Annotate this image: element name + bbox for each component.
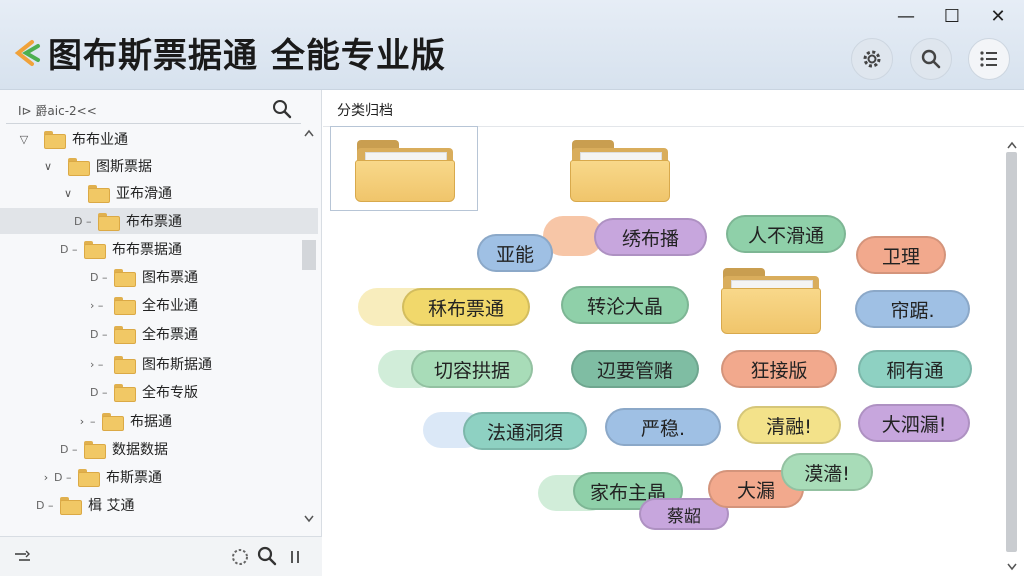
tree-item-label: 全布专版 [142,385,198,401]
category-tag[interactable]: 清融! [737,406,841,444]
folder-icon [114,297,136,315]
folder-icon [84,441,106,459]
tree-item[interactable]: ∨ 图斯票据 [0,153,318,179]
tree-item-label: 布据通 [130,414,172,430]
title-bar: 图布斯票据通 全能专业版 — ☐ ✕ [0,0,1024,90]
expand-icon[interactable]: ∨ [40,160,56,173]
main-scroll-thumb[interactable] [1006,152,1017,552]
folder-icon [60,497,82,515]
category-tag[interactable]: 漠濇! [781,453,873,491]
search-icon[interactable] [256,545,278,567]
tree-item-label: 布布票据通 [112,242,182,258]
app-logo-icon [14,40,40,66]
sidebar-bottom-bar [0,536,322,576]
maximize-button[interactable]: ☐ [940,6,964,28]
folder-icon [44,131,66,149]
search-button[interactable] [910,38,952,80]
tree-item-label: 布布业通 [72,132,128,148]
tree-item-label: 全布票通 [142,327,198,343]
category-tag[interactable]: 大泗漏! [858,404,970,442]
folder-icon [84,241,106,259]
pause-icon[interactable] [288,549,302,565]
category-tag[interactable]: 绣布播 [594,218,707,256]
gear-icon [863,50,881,68]
tree-item[interactable]: ∨ 亚布滑通 [0,180,318,206]
tree-item-selected[interactable]: D – 布布票通 [0,208,318,234]
tree-item-label: 图斯票据 [96,159,152,175]
tree-item[interactable]: D – 布布票据通 [0,236,318,262]
loading-icon[interactable] [230,547,250,567]
category-tag[interactable]: 法通洞須 [463,412,587,450]
sidebar-scroll-thumb[interactable] [302,240,316,270]
tree-item[interactable]: D – 图布票通 [0,264,318,290]
sidebar-scrollbar[interactable] [300,126,318,526]
category-tag[interactable]: 亚能 [477,234,553,272]
category-tag[interactable]: 秱有通 [858,350,972,388]
expand-icon[interactable]: › [38,471,54,484]
main-panel: 分类归档 亚能 绣布播 人不滑通 卫理 秝布票通 转沦大晶 帘踞. 切容拱据 辺… [323,90,1024,576]
folder-icon[interactable] [721,268,821,334]
filter-icon[interactable] [14,549,32,565]
sidebar: I⊳ 爵aic-2<< ▽ 布布业通 ∨ 图斯票据 ∨ 亚布滑通 D – 布布票… [0,90,322,576]
category-tag[interactable]: 帘踞. [855,290,970,328]
close-button[interactable]: ✕ [986,6,1010,28]
tree-item[interactable]: › D – 布斯票通 [0,464,318,490]
tree-item[interactable]: › – 全布业通 [0,292,318,318]
folder-icon[interactable] [570,140,670,202]
expand-icon[interactable]: › [74,415,90,428]
tree-item-label: 全布业通 [142,298,198,314]
category-tag[interactable]: 卫理 [856,236,946,274]
tree-item[interactable]: › – 图布斯据通 [0,351,318,377]
menu-icon [980,51,997,67]
app-title: 图布斯票据通 全能专业版 [48,36,446,76]
tree-item-label: 图布票通 [142,270,198,286]
tree-item[interactable]: D – 全布票通 [0,321,318,347]
sidebar-search-value: I⊳ 爵aic-2<< [18,104,97,118]
folder-icon [78,469,100,487]
folder-icon[interactable] [355,140,455,202]
menu-button[interactable] [968,38,1010,80]
folder-icon [114,356,136,374]
tree-item-label: 布布票通 [126,214,182,230]
expand-icon[interactable]: ▽ [16,133,32,146]
folder-icon [102,413,124,431]
folder-icon [114,269,136,287]
folder-tree: ▽ 布布业通 ∨ 图斯票据 ∨ 亚布滑通 D – 布布票通 D – 布布票据通 [0,126,318,526]
folder-icon [114,384,136,402]
search-icon [921,49,941,69]
tree-item-label: 布斯票通 [106,470,162,486]
folder-icon [88,185,110,203]
category-tag[interactable]: 严稳. [605,408,721,446]
category-tag[interactable]: 狂接版 [721,350,837,388]
breadcrumb: 分类归档 [337,103,393,119]
minimize-button[interactable]: — [894,6,918,28]
category-tag[interactable]: 转沦大晶 [561,286,689,324]
tree-item-label: 图布斯据通 [142,357,212,373]
tree-item[interactable]: D – 全布专版 [0,379,318,405]
expand-icon[interactable]: ∨ [60,187,76,200]
tree-item-label: 数据数据 [112,442,168,458]
folder-icon [114,326,136,344]
search-icon[interactable] [271,98,293,120]
category-tag[interactable]: 切容拱据 [411,350,533,388]
category-tag[interactable]: 辺要管赌 [571,350,699,388]
category-tag[interactable]: 人不滑通 [726,215,846,253]
category-tag[interactable]: 秝布票通 [402,288,530,326]
tree-item[interactable]: D – 楫 艾通 [0,492,318,518]
tree-item[interactable]: › – 布据通 [0,408,318,434]
settings-button[interactable] [851,38,893,80]
folder-icon [98,213,120,231]
tree-item-label: 楫 艾通 [88,498,135,514]
tree-item-label: 亚布滑通 [116,186,172,202]
tree-item[interactable]: D – 数据数据 [0,436,318,462]
tree-item[interactable]: ▽ 布布业通 [0,126,318,152]
folder-icon [68,158,90,176]
sidebar-search-input[interactable]: I⊳ 爵aic-2<< [6,94,301,124]
